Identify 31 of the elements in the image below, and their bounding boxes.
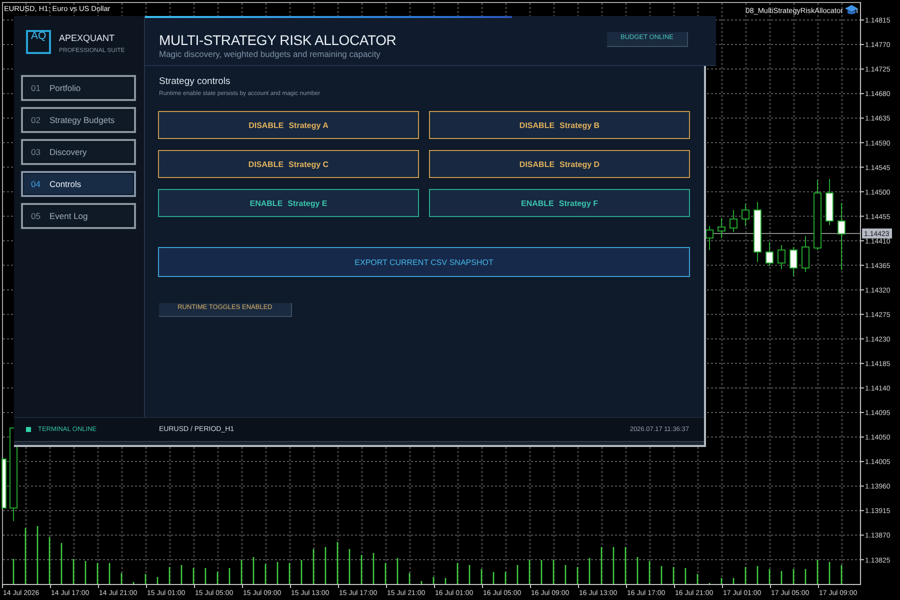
- candlestick: [718, 218, 726, 238]
- export-button[interactable]: EXPORT CURRENT CSV SNAPSHOT: [158, 247, 690, 277]
- candlestick: [766, 242, 774, 266]
- nav-item[interactable]: 01 Portfolio: [21, 75, 136, 101]
- strategy-toggle-button[interactable]: ENABLE Strategy E: [158, 189, 419, 217]
- panel-subtitle: Magic discovery, weighted budgets and remaining capacity: [159, 49, 382, 59]
- nav-item[interactable]: 05 Event Log: [21, 203, 136, 229]
- section-title: Strategy controls: [159, 76, 230, 88]
- graduation-cap-icon: [845, 5, 858, 14]
- nav-item[interactable]: 03 Discovery: [21, 139, 136, 165]
- brand-name: APEXQUANT: [59, 33, 116, 44]
- strategy-toggle-button[interactable]: DISABLE Strategy A: [158, 111, 419, 139]
- strategy-toggle-button[interactable]: ENABLE Strategy F: [429, 189, 690, 217]
- candlestick: [2, 458, 6, 508]
- candlestick: [754, 202, 762, 262]
- candlestick: [826, 178, 834, 226]
- strategy-toggle-button[interactable]: DISABLE Strategy C: [158, 150, 419, 178]
- strategy-toggle-button[interactable]: DISABLE Strategy D: [429, 150, 690, 178]
- candlestick: [802, 236, 810, 272]
- nav-item[interactable]: 04 Controls: [21, 171, 136, 197]
- candlestick: [814, 180, 822, 250]
- candlestick: [778, 244, 786, 270]
- candlestick: [730, 210, 738, 232]
- candlestick: [742, 204, 750, 226]
- candlestick: [706, 226, 714, 250]
- nav-item[interactable]: 02 Strategy Budgets: [21, 107, 136, 133]
- candlestick: [838, 202, 846, 270]
- candlestick: [790, 246, 798, 276]
- strategy-toggle-button[interactable]: DISABLE Strategy B: [429, 111, 690, 139]
- logo: AQ: [26, 30, 51, 54]
- panel-title: MULTI-STRATEGY RISK ALLOCATOR: [159, 32, 396, 48]
